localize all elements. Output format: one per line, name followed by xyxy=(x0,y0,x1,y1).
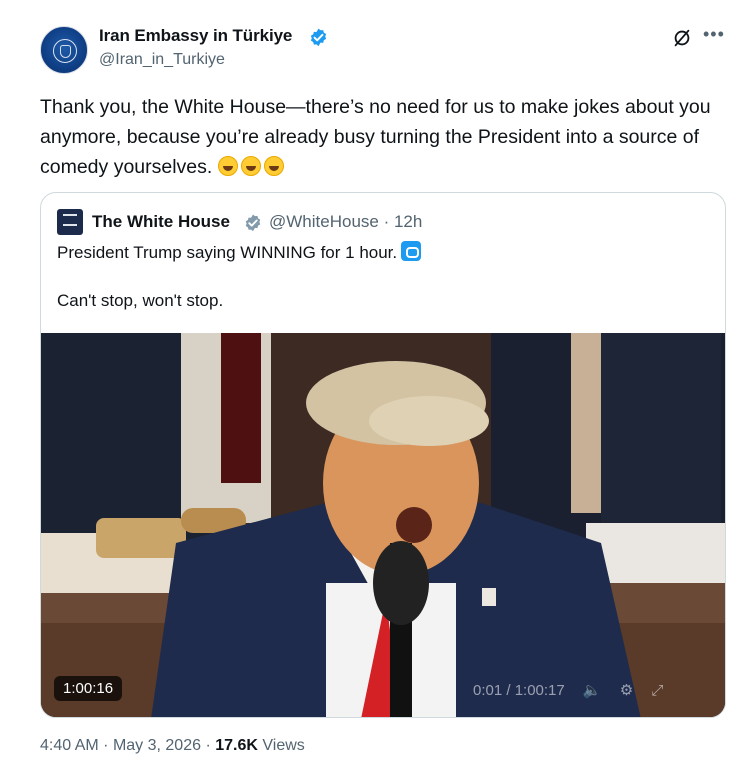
views-label: Views xyxy=(262,737,305,754)
post-text-content: Thank you, the White House—there’s no ne… xyxy=(40,96,711,178)
rolling-on-floor-laughing-icon xyxy=(217,156,238,176)
video-frame-image xyxy=(41,333,725,717)
government-badge-icon xyxy=(245,214,261,232)
post-meta: 4:40 AM · May 3, 2026 · 17.6K Views xyxy=(40,737,305,755)
video-player[interactable]: 1:00:16 0:01 / 1:00:17 🔈 ⚙ ⤢ xyxy=(41,333,725,717)
video-time-progress: 0:01 / 1:00:17 xyxy=(473,682,565,699)
more-options-icon[interactable]: ••• xyxy=(703,24,725,45)
quoted-text-line1: President Trump saying WINNING for 1 hou… xyxy=(57,241,422,263)
repeat-emoji-icon xyxy=(401,241,422,261)
meta-separator: · xyxy=(103,737,113,754)
author-avatar[interactable] xyxy=(40,26,88,74)
quoted-text-line1-content: President Trump saying WINNING for 1 hou… xyxy=(57,243,398,262)
meta-separator: · xyxy=(205,737,216,754)
post-time[interactable]: 4:40 AM xyxy=(40,737,99,754)
rolling-on-floor-laughing-icon xyxy=(240,156,261,176)
video-duration-chip: 1:00:16 xyxy=(54,676,123,701)
quoted-post[interactable]: The White House @WhiteHouse · 12h Presid… xyxy=(40,192,726,718)
settings-icon[interactable]: ⚙ xyxy=(620,682,633,699)
author-handle[interactable]: @Iran_in_Turkiye xyxy=(99,51,225,69)
quoted-text-line2: Can't stop, won't stop. xyxy=(57,291,224,310)
video-controls: 0:01 / 1:00:17 🔈 ⚙ ⤢ xyxy=(473,681,663,699)
rolling-on-floor-laughing-icon xyxy=(263,156,284,176)
fullscreen-icon[interactable]: ⤢ xyxy=(651,682,663,699)
post-text: Thank you, the White House—there’s no ne… xyxy=(40,92,730,182)
quoted-author-name[interactable]: The White House xyxy=(92,212,230,232)
embassy-seal-logo xyxy=(53,39,77,63)
quoted-handle-time[interactable]: @WhiteHouse · 12h xyxy=(269,212,422,232)
verified-badge-icon xyxy=(310,28,327,47)
volume-muted-icon[interactable]: 🔈 xyxy=(583,682,602,699)
quoted-author-avatar[interactable] xyxy=(57,209,83,235)
grok-icon[interactable] xyxy=(671,27,693,49)
author-name[interactable]: Iran Embassy in Türkiye xyxy=(99,26,292,46)
post-date[interactable]: May 3, 2026 xyxy=(113,737,201,754)
views-count: 17.6K xyxy=(215,737,258,754)
